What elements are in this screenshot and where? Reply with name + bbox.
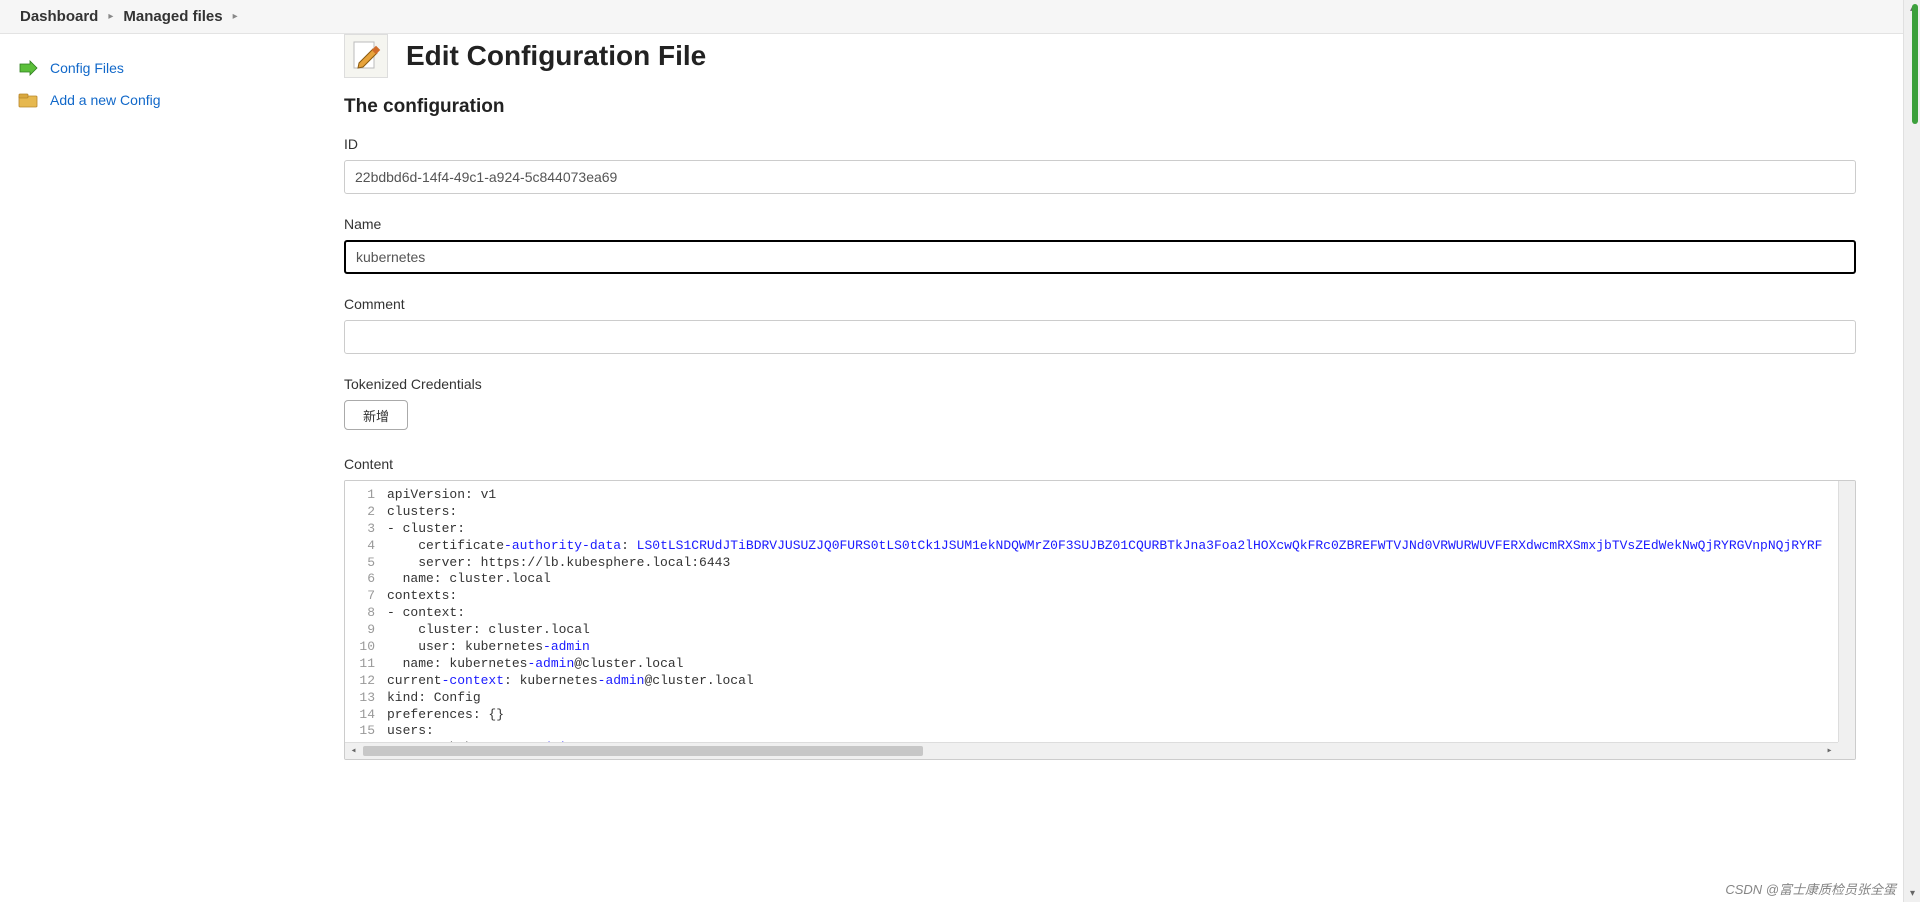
arrow-right-icon xyxy=(18,60,38,76)
page-vertical-scrollbar[interactable]: ▴ ▾ xyxy=(1903,0,1920,902)
code-vertical-scrollbar[interactable] xyxy=(1838,481,1855,742)
code-horizontal-scrollbar[interactable]: ◂ ▸ xyxy=(345,742,1838,759)
edit-file-icon xyxy=(344,34,388,78)
comment-input[interactable] xyxy=(344,320,1856,354)
add-credential-button[interactable]: 新增 xyxy=(344,400,408,430)
folder-icon xyxy=(18,92,38,108)
comment-label: Comment xyxy=(344,296,1856,312)
tokenized-credentials-label: Tokenized Credentials xyxy=(344,376,1856,392)
code-body[interactable]: apiVersion: v1clusters:- cluster: certif… xyxy=(385,481,1838,742)
page-title: Edit Configuration File xyxy=(406,40,706,72)
id-input[interactable] xyxy=(344,160,1856,194)
scroll-right-icon[interactable]: ▸ xyxy=(1821,743,1838,759)
sidebar-item-add-config[interactable]: Add a new Config xyxy=(18,84,320,116)
sidebar: Config Files Add a new Config xyxy=(0,34,320,800)
code-gutter: 12345678910111213141516171819 xyxy=(345,481,381,742)
sidebar-item-label: Config Files xyxy=(50,60,124,76)
scroll-thumb[interactable] xyxy=(1912,4,1918,124)
breadcrumb-item-managed-files[interactable]: Managed files xyxy=(123,8,222,25)
scroll-down-icon[interactable]: ▾ xyxy=(1904,885,1920,902)
name-label: Name xyxy=(344,216,1856,232)
content-editor[interactable]: 12345678910111213141516171819 apiVersion… xyxy=(344,480,1856,760)
content-label: Content xyxy=(344,456,1856,472)
breadcrumb-item-dashboard[interactable]: Dashboard xyxy=(20,8,98,25)
chevron-right-icon: ▸ xyxy=(108,11,113,22)
id-label: ID xyxy=(344,136,1856,152)
scroll-thumb[interactable] xyxy=(363,746,923,756)
main-content: Edit Configuration File The configuratio… xyxy=(320,34,1880,800)
sidebar-item-label: Add a new Config xyxy=(50,92,161,108)
breadcrumb: Dashboard ▸ Managed files ▸ xyxy=(0,0,1920,34)
scroll-left-icon[interactable]: ◂ xyxy=(345,743,362,759)
sidebar-item-config-files[interactable]: Config Files xyxy=(18,52,320,84)
section-title: The configuration xyxy=(344,96,1856,118)
scroll-corner xyxy=(1838,742,1855,759)
chevron-right-icon: ▸ xyxy=(233,11,238,22)
name-input[interactable] xyxy=(344,240,1856,274)
watermark: CSDN @富士康质检员张全蛋 xyxy=(1725,879,1896,898)
page-header: Edit Configuration File xyxy=(344,34,1856,78)
